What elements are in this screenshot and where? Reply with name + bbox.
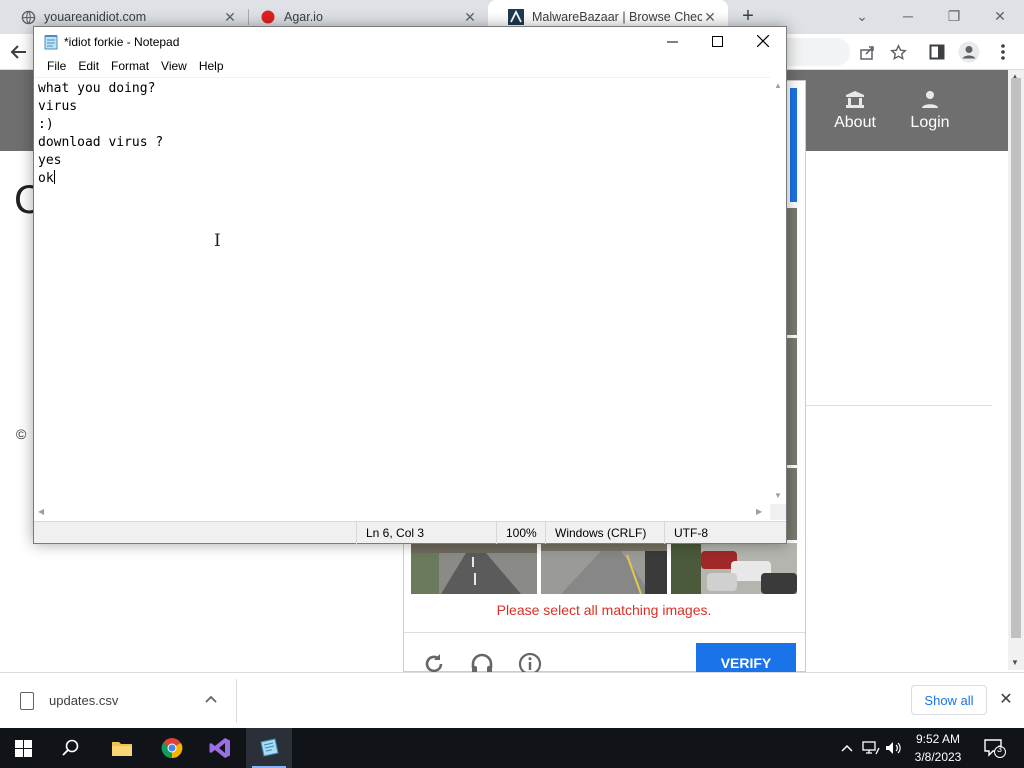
downloads-bar: updates.csv Show all ✕ <box>0 672 1024 728</box>
visual-studio-icon[interactable] <box>197 728 243 768</box>
tab-search-icon[interactable]: ⌄ <box>842 4 882 28</box>
text-line: download virus ? <box>38 135 164 150</box>
file-icon <box>20 692 34 710</box>
notepad-app-icon <box>43 34 59 50</box>
notepad-window: *idiot forkie - Notepad File Edit Format… <box>33 26 787 544</box>
notification-count: 3 <box>997 744 1003 754</box>
scrollbar-corner <box>770 504 786 520</box>
tray-chevron-up-icon[interactable] <box>838 728 856 768</box>
captcha-footer-divider <box>404 632 805 633</box>
scroll-up-icon[interactable]: ▲ <box>774 81 782 90</box>
ibeam-cursor-icon: I <box>214 231 221 251</box>
close-downloads-icon[interactable]: ✕ <box>996 689 1016 709</box>
clock-time: 9:52 AM <box>915 732 961 746</box>
captcha-error-message: Please select all matching images. <box>496 602 712 618</box>
captcha-tile-cars[interactable] <box>671 543 797 594</box>
kebab-menu-icon[interactable] <box>992 41 1014 63</box>
nav-login-label: Login <box>910 114 950 131</box>
menu-format[interactable]: Format <box>105 57 155 77</box>
text-line: what you doing? <box>38 81 156 96</box>
sidepanel-icon[interactable] <box>926 41 948 63</box>
tab-title: Agar.io <box>284 10 323 24</box>
captcha-tile-road-1[interactable] <box>411 543 537 594</box>
notepad-close-button[interactable] <box>740 27 786 57</box>
scroll-left-icon[interactable]: ◀ <box>38 507 44 516</box>
menu-edit[interactable]: Edit <box>72 57 105 77</box>
tab-close-icon[interactable]: ✕ <box>702 9 718 26</box>
menu-file[interactable]: File <box>41 57 72 77</box>
nav-login[interactable]: Login <box>900 90 960 132</box>
download-file-name[interactable]: updates.csv <box>49 693 118 708</box>
captcha-tile[interactable] <box>786 468 797 540</box>
bank-icon <box>825 90 885 110</box>
notepad-text-area[interactable]: what you doing? virus:) download virus ? ye… <box>34 77 770 504</box>
text-caret <box>53 170 55 184</box>
chevron-up-icon[interactable] <box>205 691 217 706</box>
nav-about-label: About <box>834 114 876 131</box>
notepad-vertical-scrollbar[interactable]: ▲ ▼ <box>770 77 786 504</box>
notifications-icon[interactable]: 3 <box>980 728 1010 768</box>
menu-view[interactable]: View <box>155 57 193 77</box>
notepad-statusbar: Ln 6, Col 3 100% Windows (CRLF) UTF-8 <box>34 521 786 544</box>
copyright-symbol: © <box>16 426 27 442</box>
downloads-separator <box>236 679 237 723</box>
page-scroll-thumb[interactable] <box>1011 78 1021 638</box>
search-icon[interactable] <box>48 728 94 768</box>
status-zoom: 100% <box>496 522 546 544</box>
taskbar-clock[interactable]: 9:52 AM 3/8/2023 <box>906 730 970 766</box>
new-tab-button[interactable]: + <box>737 5 759 27</box>
page-scrollbar[interactable]: ▲ ▼ <box>1008 70 1024 670</box>
scroll-down-icon[interactable]: ▼ <box>774 491 782 500</box>
globe-icon <box>20 9 36 25</box>
notepad-icon[interactable] <box>246 728 292 768</box>
scroll-down-icon[interactable]: ▼ <box>1011 658 1019 667</box>
tab-close-icon[interactable]: ✕ <box>462 9 478 26</box>
text-line: ok <box>38 171 54 186</box>
notepad-maximize-button[interactable] <box>694 27 740 57</box>
notepad-titlebar[interactable]: *idiot forkie - Notepad <box>34 27 786 57</box>
status-cursor-position: Ln 6, Col 3 <box>356 522 496 544</box>
status-encoding: UTF-8 <box>664 522 786 544</box>
chrome-icon[interactable] <box>149 728 195 768</box>
captcha-tile-road-2[interactable] <box>541 543 667 594</box>
restore-button[interactable]: ❐ <box>934 4 974 28</box>
text-line-with-caret: ok <box>38 170 163 188</box>
notepad-horizontal-scrollbar[interactable]: ◀ ▶ <box>34 504 770 520</box>
tab-title: youareanidiot.com <box>44 10 147 24</box>
share-icon[interactable] <box>856 41 878 63</box>
text-line: virus <box>38 99 78 114</box>
clock-date: 3/8/2023 <box>914 750 962 764</box>
captcha-header-edge <box>790 88 797 202</box>
network-icon[interactable] <box>860 728 882 768</box>
close-window-button[interactable]: ✕ <box>980 4 1020 28</box>
back-icon[interactable] <box>8 41 30 63</box>
profile-icon[interactable] <box>958 41 980 63</box>
volume-icon[interactable] <box>884 728 904 768</box>
captcha-tile[interactable] <box>786 208 797 335</box>
malwarebazaar-favicon-icon <box>508 9 524 25</box>
captcha-tile[interactable] <box>786 338 797 465</box>
text-line: :) <box>38 117 54 132</box>
tab-close-icon[interactable]: ✕ <box>222 9 238 26</box>
notepad-title: *idiot forkie - Notepad <box>64 35 180 49</box>
agario-favicon-icon <box>260 9 276 25</box>
windows-taskbar: 9:52 AM 3/8/2023 3 <box>0 728 1024 768</box>
notepad-text[interactable]: what you doing? virus:) download virus ? ye… <box>38 80 163 188</box>
text-line: yes <box>38 153 62 168</box>
show-all-button[interactable]: Show all <box>911 685 987 715</box>
user-icon <box>900 90 960 110</box>
notepad-minimize-button[interactable] <box>649 27 695 57</box>
file-explorer-icon[interactable] <box>99 728 145 768</box>
notepad-menubar: File Edit Format View Help <box>34 57 786 77</box>
address-bar[interactable] <box>780 38 850 66</box>
status-line-ending: Windows (CRLF) <box>545 522 665 544</box>
star-icon[interactable] <box>887 41 909 63</box>
nav-about[interactable]: About <box>825 90 885 132</box>
menu-help[interactable]: Help <box>193 57 230 77</box>
tab-title: MalwareBazaar | Browse Checking <box>532 10 702 24</box>
divider <box>806 405 992 406</box>
scroll-right-icon[interactable]: ▶ <box>756 507 762 516</box>
minimize-button[interactable]: ─ <box>888 4 928 28</box>
start-icon[interactable] <box>0 728 46 768</box>
